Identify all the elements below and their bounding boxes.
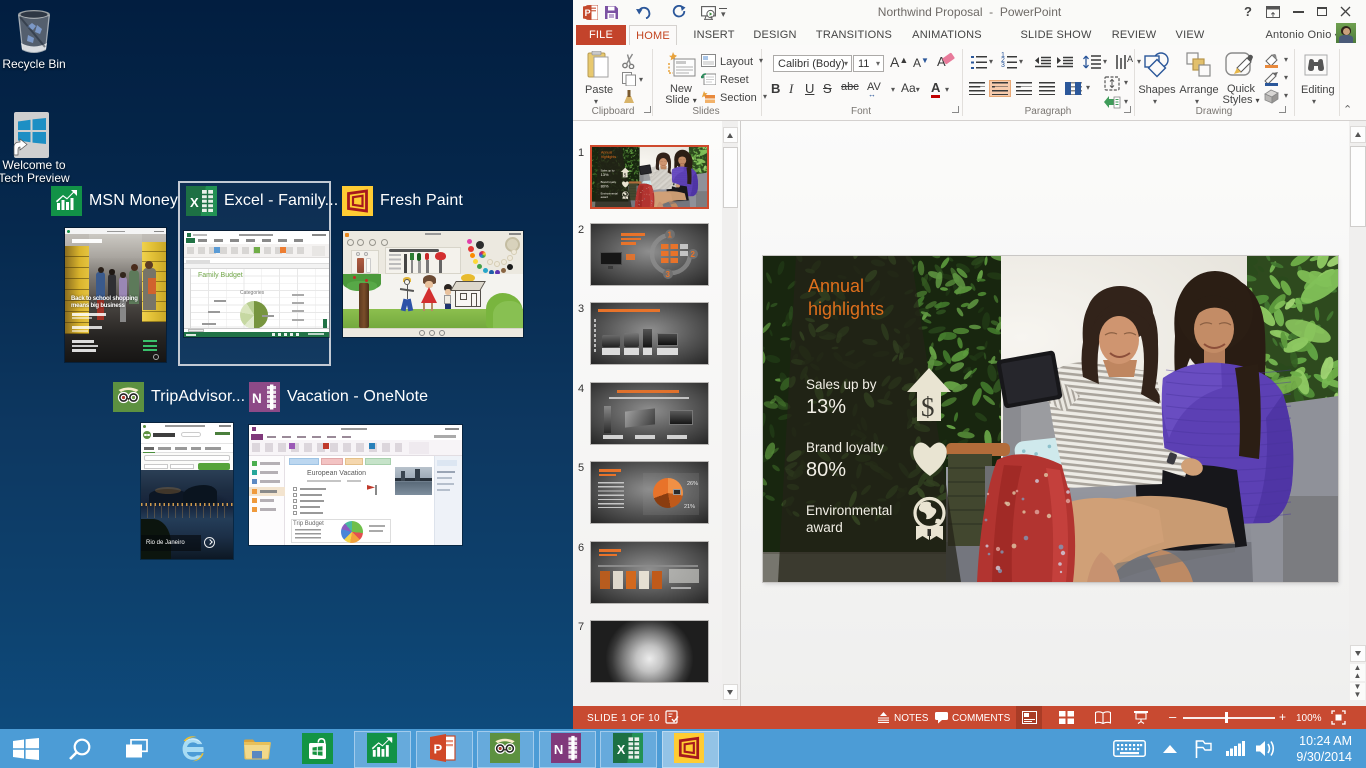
svg-text:Brand loyalty: Brand loyalty	[806, 440, 884, 455]
svg-text:A: A	[1127, 54, 1133, 64]
svg-text:1: 1	[668, 231, 673, 240]
svg-text:$: $	[624, 172, 627, 179]
svg-text:13%: 13%	[601, 173, 610, 177]
svg-text:highlights: highlights	[808, 299, 884, 319]
svg-text:award: award	[806, 520, 843, 535]
svg-text:P: P	[434, 742, 443, 757]
svg-text:X: X	[190, 195, 199, 210]
svg-text:3: 3	[666, 270, 671, 279]
svg-text:highlights: highlights	[601, 155, 616, 159]
svg-text:Annual: Annual	[601, 151, 612, 155]
svg-text:Annual: Annual	[808, 276, 864, 296]
svg-text:Sales up by: Sales up by	[806, 377, 877, 392]
svg-text:N: N	[252, 391, 262, 406]
svg-text:Environmental: Environmental	[806, 503, 892, 518]
svg-text:80%: 80%	[806, 459, 846, 481]
svg-text:80%: 80%	[601, 185, 610, 189]
svg-text:$: $	[921, 392, 935, 422]
svg-text:2: 2	[691, 250, 696, 259]
svg-text:13%: 13%	[806, 396, 846, 418]
svg-text:N: N	[554, 742, 563, 757]
svg-text:X: X	[617, 743, 626, 757]
